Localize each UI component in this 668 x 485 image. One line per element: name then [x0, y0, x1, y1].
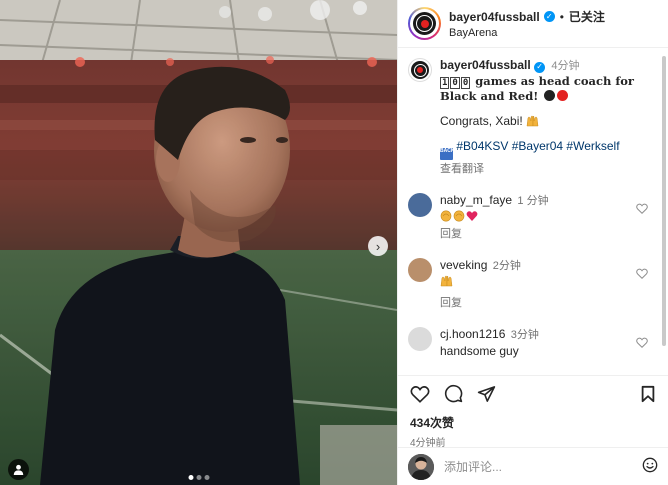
like-comment-button[interactable] [636, 337, 648, 351]
carousel-dot [196, 475, 201, 480]
commenter-avatar[interactable] [408, 193, 432, 217]
likes-count[interactable]: 434次赞 [410, 414, 656, 431]
add-comment-bar [398, 447, 668, 485]
commenter-avatar[interactable] [408, 327, 432, 351]
keycap-digit: 0 [460, 77, 471, 89]
back-arrow-emoji: BACK [440, 148, 454, 160]
comment-input[interactable] [444, 459, 632, 474]
user-icon [13, 464, 24, 475]
club-logo-icon [411, 61, 429, 79]
comment-item: naby_m_faye 1 分钟 回复 [408, 193, 658, 242]
post-caption: bayer04fussball ✓ 4分钟 100 games as head … [408, 58, 658, 177]
raised-hands-icon [440, 275, 453, 287]
smiley-icon [642, 457, 658, 473]
comment-item: veveking 2分钟 回复 [408, 258, 658, 311]
carousel-indicator [188, 475, 209, 480]
comment-button[interactable] [444, 384, 463, 406]
comment-time: 1 分钟 [517, 195, 549, 207]
comments-section[interactable]: bayer04fussball ✓ 4分钟 100 games as head … [398, 48, 668, 375]
post-actions: 434次赞 4分钟前 [398, 375, 668, 449]
like-comment-button[interactable] [636, 268, 648, 282]
comment-emoji-text [440, 275, 658, 291]
heart-outline-icon [636, 203, 648, 214]
current-user-avatar [408, 453, 434, 480]
carousel-dot [188, 475, 193, 480]
club-logo-icon [413, 12, 436, 35]
see-translation-link[interactable]: 查看翻译 [440, 162, 658, 177]
caption-congrats: Congrats, Xabi! [440, 114, 658, 129]
post-header: bayer04fussball ✓ • 已关注 BayArena [398, 0, 668, 48]
carousel-dot [204, 475, 209, 480]
caption-congrats-text: Congrats, Xabi! [440, 114, 523, 128]
comments-scrollbar[interactable] [662, 56, 666, 346]
clapping-hands-icon [453, 210, 465, 222]
verified-badge-icon: ✓ [543, 11, 555, 22]
separator: • [559, 9, 564, 24]
commenter-username[interactable]: cj.hoon1216 [440, 327, 505, 341]
author-username[interactable]: bayer04fussball [449, 10, 540, 24]
heart-outline-icon [410, 385, 430, 403]
post-photo [0, 0, 397, 485]
clapping-hands-icon [440, 210, 452, 222]
like-comment-button[interactable] [636, 203, 648, 217]
like-button[interactable] [410, 385, 430, 406]
comment-time: 2分钟 [492, 260, 521, 272]
chevron-right-icon: › [375, 238, 381, 254]
comment-item: cj.hoon1216 3分钟 handsome guy [408, 327, 658, 359]
keycap-digit: 1 [440, 77, 450, 89]
commenter-username[interactable]: veveking [440, 258, 487, 272]
author-avatar[interactable] [408, 7, 441, 40]
raised-hands-icon [526, 115, 539, 127]
tagged-users-button[interactable] [8, 459, 29, 480]
verified-badge-icon: ✓ [534, 61, 546, 73]
commenter-avatar[interactable] [408, 258, 432, 282]
post-details-panel: bayer04fussball ✓ • 已关注 BayArena bayer04… [397, 0, 668, 485]
bookmark-icon [641, 385, 655, 402]
reply-button[interactable]: 回复 [440, 296, 658, 311]
carousel-next-button[interactable]: › [368, 236, 388, 256]
heart-outline-icon [636, 268, 648, 279]
share-button[interactable] [477, 385, 496, 406]
following-button[interactable]: 已关注 [569, 8, 605, 25]
caption-hashtags: BACK #B04KSV #Bayer04 #Werkself [440, 139, 658, 160]
comment-bubble-icon [444, 384, 463, 403]
location-link[interactable]: BayArena [449, 27, 605, 39]
caption-headline: 100 games as head coach for Black and Re… [440, 74, 658, 104]
comment-text: handsome guy [440, 344, 519, 358]
save-button[interactable] [640, 385, 656, 406]
comment-emoji-text [440, 210, 658, 222]
caption-username[interactable]: bayer04fussball [440, 58, 531, 72]
post-modal: › bayer04fussball ✓ • 已关注 BayArena bayer… [0, 0, 668, 485]
paper-plane-icon [477, 385, 496, 402]
hashtag-links[interactable]: #B04KSV #Bayer04 #Werkself [456, 139, 619, 153]
caption-time: 4分钟 [551, 60, 580, 72]
commenter-username[interactable]: naby_m_faye [440, 193, 512, 207]
post-media[interactable]: › [0, 0, 397, 485]
reply-button[interactable]: 回复 [440, 227, 658, 242]
heart-outline-icon [636, 337, 648, 348]
black-circle-emoji [544, 90, 556, 101]
comment-time: 3分钟 [510, 329, 539, 341]
emoji-picker-button[interactable] [642, 457, 658, 476]
red-heart-icon [466, 211, 478, 221]
keycap-digit: 0 [450, 77, 460, 89]
red-circle-emoji [557, 90, 569, 101]
caption-avatar[interactable] [408, 58, 432, 82]
avatar-photo [408, 453, 434, 480]
